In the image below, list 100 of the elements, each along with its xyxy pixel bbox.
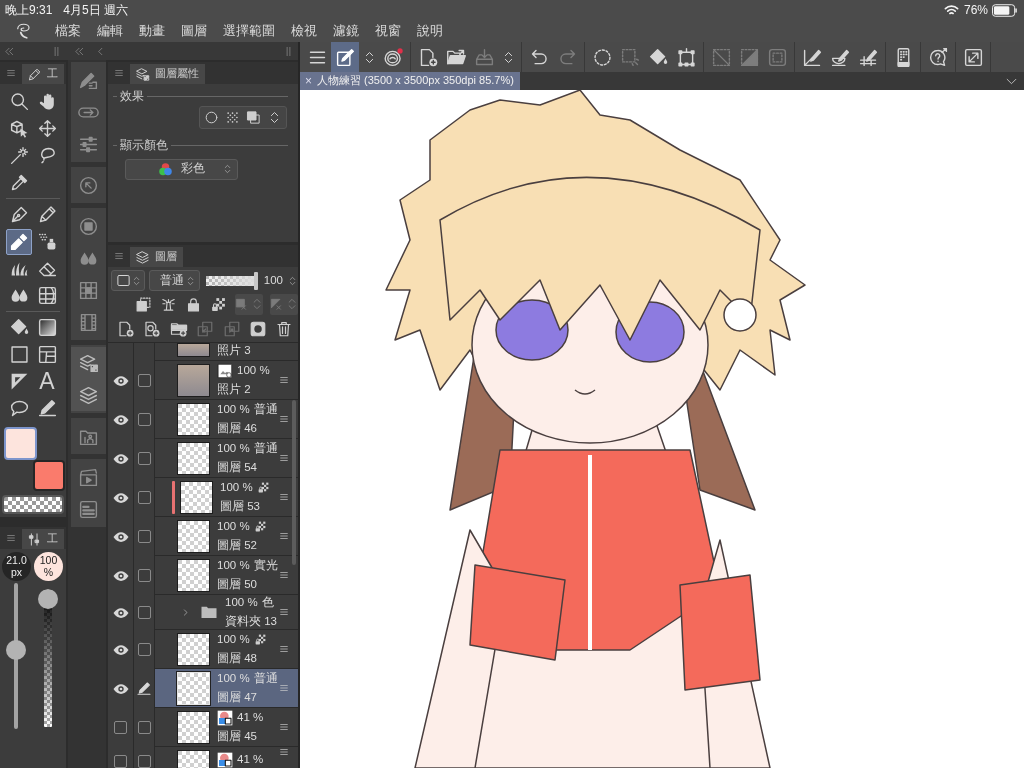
layer-option-button[interactable] <box>134 294 153 314</box>
menu-icon[interactable] <box>6 68 16 78</box>
layer-checkbox[interactable] <box>137 754 151 768</box>
dock-button[interactable] <box>71 379 106 411</box>
menu-icon[interactable] <box>279 607 289 617</box>
panel-tab[interactable]: 圖層 <box>130 247 183 267</box>
collapse-icon[interactable] <box>4 45 15 57</box>
vector-page-plus-icon <box>143 320 162 338</box>
menu-item[interactable]: 選擇範圍 <box>223 23 275 39</box>
menu-icon[interactable] <box>279 570 289 580</box>
layer-thumbnail <box>180 480 213 514</box>
layer-checkbox[interactable] <box>137 491 151 504</box>
menu-icon[interactable] <box>114 68 124 78</box>
sub-color-swatch[interactable] <box>33 460 65 491</box>
battery-percent: 76% <box>963 2 988 18</box>
spiral-icon <box>382 46 404 68</box>
visibility-checkbox[interactable] <box>114 754 127 768</box>
layer-checkbox[interactable] <box>137 569 151 582</box>
brush-opacity-display[interactable]: 100 % <box>34 552 63 581</box>
menu-icon[interactable] <box>279 453 289 463</box>
visibility-checkbox[interactable] <box>114 721 127 734</box>
grip-icon[interactable] <box>283 45 294 57</box>
clip-squares-icon <box>134 295 152 313</box>
layer-checkbox[interactable] <box>137 413 151 426</box>
layer-row[interactable]: 100 % 色 資料夾 13 <box>155 595 298 630</box>
merge-down-icon <box>196 320 215 338</box>
page-plus-icon <box>117 320 135 338</box>
brush-size-display[interactable]: 21.0 px <box>2 552 31 581</box>
layer-checkbox[interactable] <box>137 643 151 656</box>
dot-grid-icon[interactable] <box>225 109 240 125</box>
text-tool-button[interactable]: A <box>34 368 60 395</box>
pen-icon[interactable] <box>136 680 152 697</box>
transparent-color-swatch[interactable] <box>2 495 64 514</box>
checker-lock-icon <box>210 295 228 313</box>
layer-checkbox[interactable] <box>137 452 151 465</box>
layer-opacity: 100 % <box>237 363 270 378</box>
layer-row[interactable]: 100 % 普通 圖層 47 <box>155 669 298 708</box>
layer-row[interactable]: 41 % <box>155 747 298 768</box>
layer-row[interactable]: 照片 3 <box>155 343 298 361</box>
layer-row[interactable]: 100 % 實光 圖層 50 <box>155 556 298 595</box>
layer-row[interactable]: 100 % 照片 2 <box>155 361 298 400</box>
layer-name: 資料夾 13 <box>225 615 277 628</box>
brush-opacity-slider[interactable] <box>38 589 58 727</box>
overlap-squares-icon[interactable] <box>246 109 261 125</box>
layer-opacity-slider[interactable] <box>205 271 258 290</box>
help-bubble-icon <box>927 46 949 68</box>
layer-checkbox[interactable] <box>137 530 151 543</box>
slider-handle[interactable] <box>253 271 258 290</box>
panel-tab[interactable]: 工 <box>22 64 64 84</box>
menu-icon[interactable] <box>279 375 289 385</box>
close-tab-button[interactable]: × <box>305 73 312 89</box>
document-tab[interactable]: × 人物練習 (3500 x 3500px 350dpi 85.7%) <box>300 72 520 90</box>
layer-name: 圖層 53 <box>220 500 260 513</box>
pencil-icon <box>27 66 42 82</box>
layer-frame-dropdown[interactable] <box>111 270 146 291</box>
frame-icon <box>36 344 58 365</box>
brush-size-slider[interactable] <box>6 583 26 729</box>
blend-mode-dropdown[interactable]: 普通 <box>149 270 200 291</box>
swirl-logo-icon[interactable] <box>14 22 32 40</box>
menu-icon[interactable] <box>279 683 289 693</box>
panel-tab[interactable]: 工 <box>22 529 64 549</box>
menu-item[interactable]: 檢視 <box>291 23 317 39</box>
display-color-dropdown[interactable]: 彩色 <box>125 158 238 180</box>
panel-tab[interactable]: 圖層屬性 <box>130 64 205 84</box>
menu-item[interactable]: 濾鏡 <box>333 23 359 39</box>
menu-icon[interactable] <box>279 722 289 732</box>
marker-icon <box>8 231 30 252</box>
layer-row[interactable]: 41 % 圖層 45 <box>155 708 298 747</box>
menu-icon[interactable] <box>279 492 289 502</box>
menu-item[interactable]: 視窗 <box>375 23 401 39</box>
layer-row[interactable]: 100 % 圖層 48 <box>155 630 298 669</box>
menu-icon[interactable] <box>279 414 289 424</box>
menu-icon[interactable] <box>279 531 289 541</box>
layer-opacity: 100 % <box>217 402 250 417</box>
layer-checkbox[interactable] <box>137 374 151 387</box>
layer-checkbox[interactable] <box>137 606 151 619</box>
circle-outline-icon[interactable] <box>204 109 219 125</box>
menu-item[interactable]: 圖層 <box>181 23 207 39</box>
slider-thumb[interactable] <box>6 639 26 660</box>
grip-icon[interactable] <box>51 45 62 57</box>
menu-icon[interactable] <box>6 533 16 543</box>
layer-name: 照片 2 <box>217 383 251 396</box>
menu-item[interactable]: 編輯 <box>97 23 123 39</box>
dock-button[interactable] <box>71 347 106 379</box>
menu-item[interactable]: 檔案 <box>55 23 81 39</box>
collapse-icon[interactable] <box>74 45 85 57</box>
slider-thumb[interactable] <box>38 589 58 609</box>
toolbar-button[interactable] <box>331 42 359 72</box>
menu-icon[interactable] <box>279 644 289 654</box>
tool-button[interactable] <box>6 228 32 255</box>
scrollbar-thumb[interactable] <box>292 400 296 565</box>
layer-checkbox[interactable] <box>137 721 151 734</box>
drawing-canvas[interactable] <box>300 90 1024 768</box>
menu-icon[interactable] <box>114 251 124 261</box>
layer-thumbnail <box>177 519 210 553</box>
menu-item[interactable]: 說明 <box>417 23 443 39</box>
menu-icon[interactable] <box>279 747 289 757</box>
clapboard-icon <box>78 466 99 488</box>
main-color-swatch[interactable] <box>4 427 37 460</box>
menu-item[interactable]: 動畫 <box>139 23 165 39</box>
